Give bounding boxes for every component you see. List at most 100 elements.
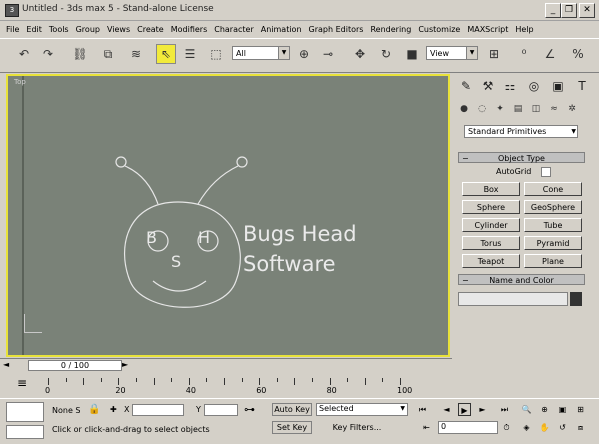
key-mode-toggle-icon[interactable]: ⇤ (420, 421, 433, 434)
selection-filter-dropdown[interactable]: All ▼ (232, 46, 290, 60)
maxscript-listener-mini[interactable] (6, 402, 44, 422)
rectangular-selection-icon[interactable]: ⬚ (206, 44, 226, 64)
create-geosphere-button[interactable]: GeoSphere (524, 200, 582, 214)
zoom-all-icon[interactable]: ⊕ (538, 403, 551, 416)
menu-rendering[interactable]: Rendering (370, 25, 411, 34)
space-warps-icon[interactable]: ≈ (546, 102, 562, 116)
y-coordinate-field[interactable] (204, 404, 238, 416)
create-tube-button[interactable]: Tube (524, 218, 582, 232)
menu-file[interactable]: File (6, 25, 19, 34)
menu-modifiers[interactable]: Modifiers (171, 25, 208, 34)
object-color-swatch[interactable] (570, 292, 582, 306)
scroll-left-arrow[interactable]: ◄ (3, 360, 23, 371)
use-pivot-center-icon[interactable]: ⊞ (484, 44, 504, 64)
set-key-button[interactable]: Set Key (272, 421, 312, 434)
maximize-viewport-icon[interactable]: ⧈ (574, 421, 587, 434)
time-slider[interactable]: 0 / 100 (28, 360, 122, 371)
category-dropdown[interactable]: Standard Primitives ▼ (464, 125, 578, 138)
create-sphere-button[interactable]: Sphere (462, 200, 520, 214)
object-name-field[interactable] (458, 292, 568, 306)
menu-edit[interactable]: Edit (26, 25, 42, 34)
undo-icon[interactable]: ↶ (14, 44, 34, 64)
object-type-rollout-header[interactable]: − Object Type (458, 152, 585, 163)
key-filters-button[interactable]: Key Filters... (326, 421, 388, 434)
selected-dropdown[interactable]: Selected ▼ (316, 403, 408, 416)
lock-icon[interactable]: 🔒 (88, 404, 100, 415)
viewport-top[interactable]: Top B H S Bugs Head Software (6, 74, 450, 357)
time-configuration-icon[interactable]: ⏱ (500, 421, 513, 434)
scroll-right-arrow[interactable]: ► (122, 360, 132, 371)
modify-tab-icon[interactable]: ⚒ (478, 77, 498, 95)
select-by-name-icon[interactable]: ☰ (180, 44, 200, 64)
create-plane-button[interactable]: Plane (524, 254, 582, 268)
snap-toggle-icon[interactable]: ⁰ (514, 44, 534, 64)
go-to-start-icon[interactable]: ⏮ (416, 403, 429, 416)
zoom-extents-all-icon[interactable]: ⊞ (574, 403, 587, 416)
previous-frame-icon[interactable]: ◄ (440, 403, 453, 416)
menu-views[interactable]: Views (107, 25, 130, 34)
helpers-icon[interactable]: ◫ (528, 102, 544, 116)
auto-key-button[interactable]: Auto Key (272, 403, 312, 416)
go-to-end-icon[interactable]: ⏭ (498, 403, 511, 416)
scale-icon[interactable]: ■ (402, 44, 422, 64)
rotate-icon[interactable]: ↻ (376, 44, 396, 64)
select-object-icon[interactable]: ⇖ (156, 44, 176, 64)
track-bar[interactable]: 0 20 40 60 80 100 (45, 378, 452, 398)
create-box-button[interactable]: Box (462, 182, 520, 196)
track-bar-toggle-icon[interactable]: ≡ (10, 376, 34, 392)
menu-create[interactable]: Create (137, 25, 164, 34)
create-tab-icon[interactable]: ✎ (456, 77, 476, 95)
angle-snap-icon[interactable]: ∠ (540, 44, 560, 64)
menu-animation[interactable]: Animation (261, 25, 302, 34)
create-cylinder-button[interactable]: Cylinder (462, 218, 520, 232)
create-teapot-button[interactable]: Teapot (462, 254, 520, 268)
display-tab-icon[interactable]: ▣ (548, 77, 568, 95)
menu-graph-editors[interactable]: Graph Editors (309, 25, 364, 34)
geometry-icon[interactable]: ● (456, 102, 472, 116)
maxscript-line[interactable] (6, 425, 44, 439)
redo-icon[interactable]: ↷ (38, 44, 58, 64)
bind-space-warp-icon[interactable]: ≋ (126, 44, 146, 64)
lights-icon[interactable]: ✦ (492, 102, 508, 116)
zoom-icon[interactable]: 🔍 (520, 403, 533, 416)
reference-coordinate-dropdown[interactable]: View ▼ (426, 46, 478, 60)
percent-snap-icon[interactable]: % (568, 44, 588, 64)
menu-customize[interactable]: Customize (418, 25, 460, 34)
menu-tools[interactable]: Tools (49, 25, 69, 34)
unlink-icon[interactable]: ⧉ (98, 44, 118, 64)
create-torus-button[interactable]: Torus (462, 236, 520, 250)
pan-icon[interactable]: ✋ (538, 421, 551, 434)
create-pyramid-button[interactable]: Pyramid (524, 236, 582, 250)
menu-maxscript[interactable]: MAXScript (467, 25, 508, 34)
pivot-icon[interactable]: ⊸ (318, 44, 338, 64)
app-icon[interactable]: 3 (5, 4, 19, 17)
prompt-line: Click or click-and-drag to select object… (52, 425, 210, 434)
name-color-rollout-header[interactable]: − Name and Color (458, 274, 585, 285)
arc-rotate-icon[interactable]: ↺ (556, 421, 569, 434)
menu-group[interactable]: Group (76, 25, 100, 34)
play-icon[interactable]: ▶ (458, 403, 471, 416)
utilities-tab-icon[interactable]: T (572, 77, 592, 95)
key-icon[interactable]: ⊶ (244, 403, 255, 416)
systems-icon[interactable]: ✲ (564, 102, 580, 116)
menu-character[interactable]: Character (214, 25, 254, 34)
field-of-view-icon[interactable]: ◈ (520, 421, 533, 434)
restore-button[interactable]: ❐ (561, 3, 577, 18)
select-and-manipulate-icon[interactable]: ⊕ (294, 44, 314, 64)
create-cone-button[interactable]: Cone (524, 182, 582, 196)
autogrid-checkbox[interactable] (541, 167, 551, 177)
hierarchy-tab-icon[interactable]: ⚏ (500, 77, 520, 95)
cameras-icon[interactable]: ▤ (510, 102, 526, 116)
menu-help[interactable]: Help (515, 25, 533, 34)
select-link-icon[interactable]: ⛓ (70, 44, 90, 64)
current-frame-field[interactable]: 0 (438, 421, 498, 434)
zoom-extents-icon[interactable]: ▣ (556, 403, 569, 416)
motion-tab-icon[interactable]: ◎ (524, 77, 544, 95)
move-icon[interactable]: ✥ (350, 44, 370, 64)
next-frame-icon[interactable]: ► (476, 403, 489, 416)
x-coordinate-field[interactable] (132, 404, 184, 416)
close-button[interactable]: ✕ (579, 3, 595, 18)
minimize-button[interactable]: _ (545, 3, 561, 18)
shapes-icon[interactable]: ◌ (474, 102, 490, 116)
absolute-mode-icon[interactable]: ✚ (110, 405, 117, 414)
